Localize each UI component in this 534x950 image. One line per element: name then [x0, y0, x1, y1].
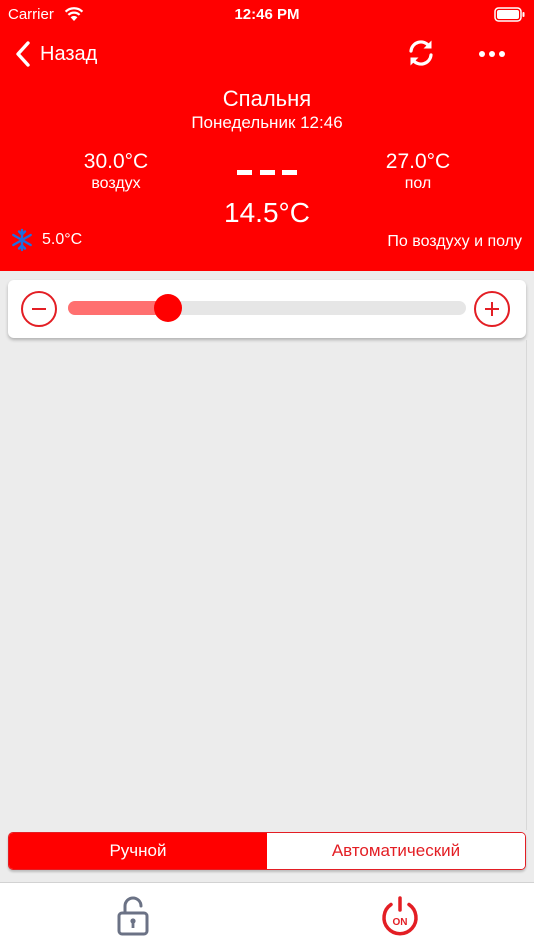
- day-time: Понедельник 12:46: [191, 113, 343, 132]
- decrease-button[interactable]: [21, 291, 57, 327]
- power-label: ON: [393, 917, 408, 928]
- floor-label: пол: [404, 175, 432, 192]
- cooling-temperature: 5.0°C: [42, 231, 83, 248]
- air-temperature: 30.0°C: [83, 150, 149, 173]
- auto-mode-button[interactable]: Автоматический: [267, 833, 525, 869]
- power-icon[interactable]: ON: [378, 895, 422, 939]
- setpoint-slider-card: [8, 280, 526, 338]
- air-temperature-block: 30.0°C воздух: [36, 150, 196, 193]
- content-divider: [526, 340, 527, 830]
- lock-icon[interactable]: [116, 895, 150, 937]
- thermostat-header: Carrier 12:46 PM Назад Спальня Понедельн…: [0, 0, 534, 271]
- setpoint-temperature: 14.5°C: [224, 197, 310, 228]
- bottom-toolbar: ON: [0, 882, 534, 950]
- back-label: Назад: [40, 42, 98, 65]
- current-temperature-placeholder: [237, 170, 297, 178]
- floor-temperature-block: 27.0°C пол: [338, 150, 498, 193]
- slider-thumb[interactable]: [153, 294, 182, 322]
- regulation-mode: По воздуху и полу: [387, 233, 522, 250]
- chevron-left-icon: [16, 41, 30, 67]
- more-icon[interactable]: [476, 40, 508, 68]
- room-name: Спальня: [222, 86, 312, 111]
- battery-icon: [494, 7, 525, 22]
- cooling-indicator: 5.0°C: [10, 228, 82, 252]
- manual-mode-button[interactable]: Ручной: [9, 833, 267, 869]
- status-bar: Carrier 12:46 PM: [0, 0, 534, 30]
- air-label: воздух: [91, 175, 141, 192]
- back-button[interactable]: Назад: [14, 38, 97, 70]
- slider-fill: [68, 301, 168, 315]
- increase-button[interactable]: [474, 291, 510, 327]
- floor-temperature: 27.0°C: [385, 150, 451, 173]
- mode-toggle: Ручной Автоматический: [8, 832, 526, 870]
- snowflake-icon: [12, 228, 32, 252]
- status-time: 12:46 PM: [234, 6, 300, 23]
- refresh-icon[interactable]: [404, 36, 438, 70]
- setpoint-slider[interactable]: [68, 294, 466, 322]
